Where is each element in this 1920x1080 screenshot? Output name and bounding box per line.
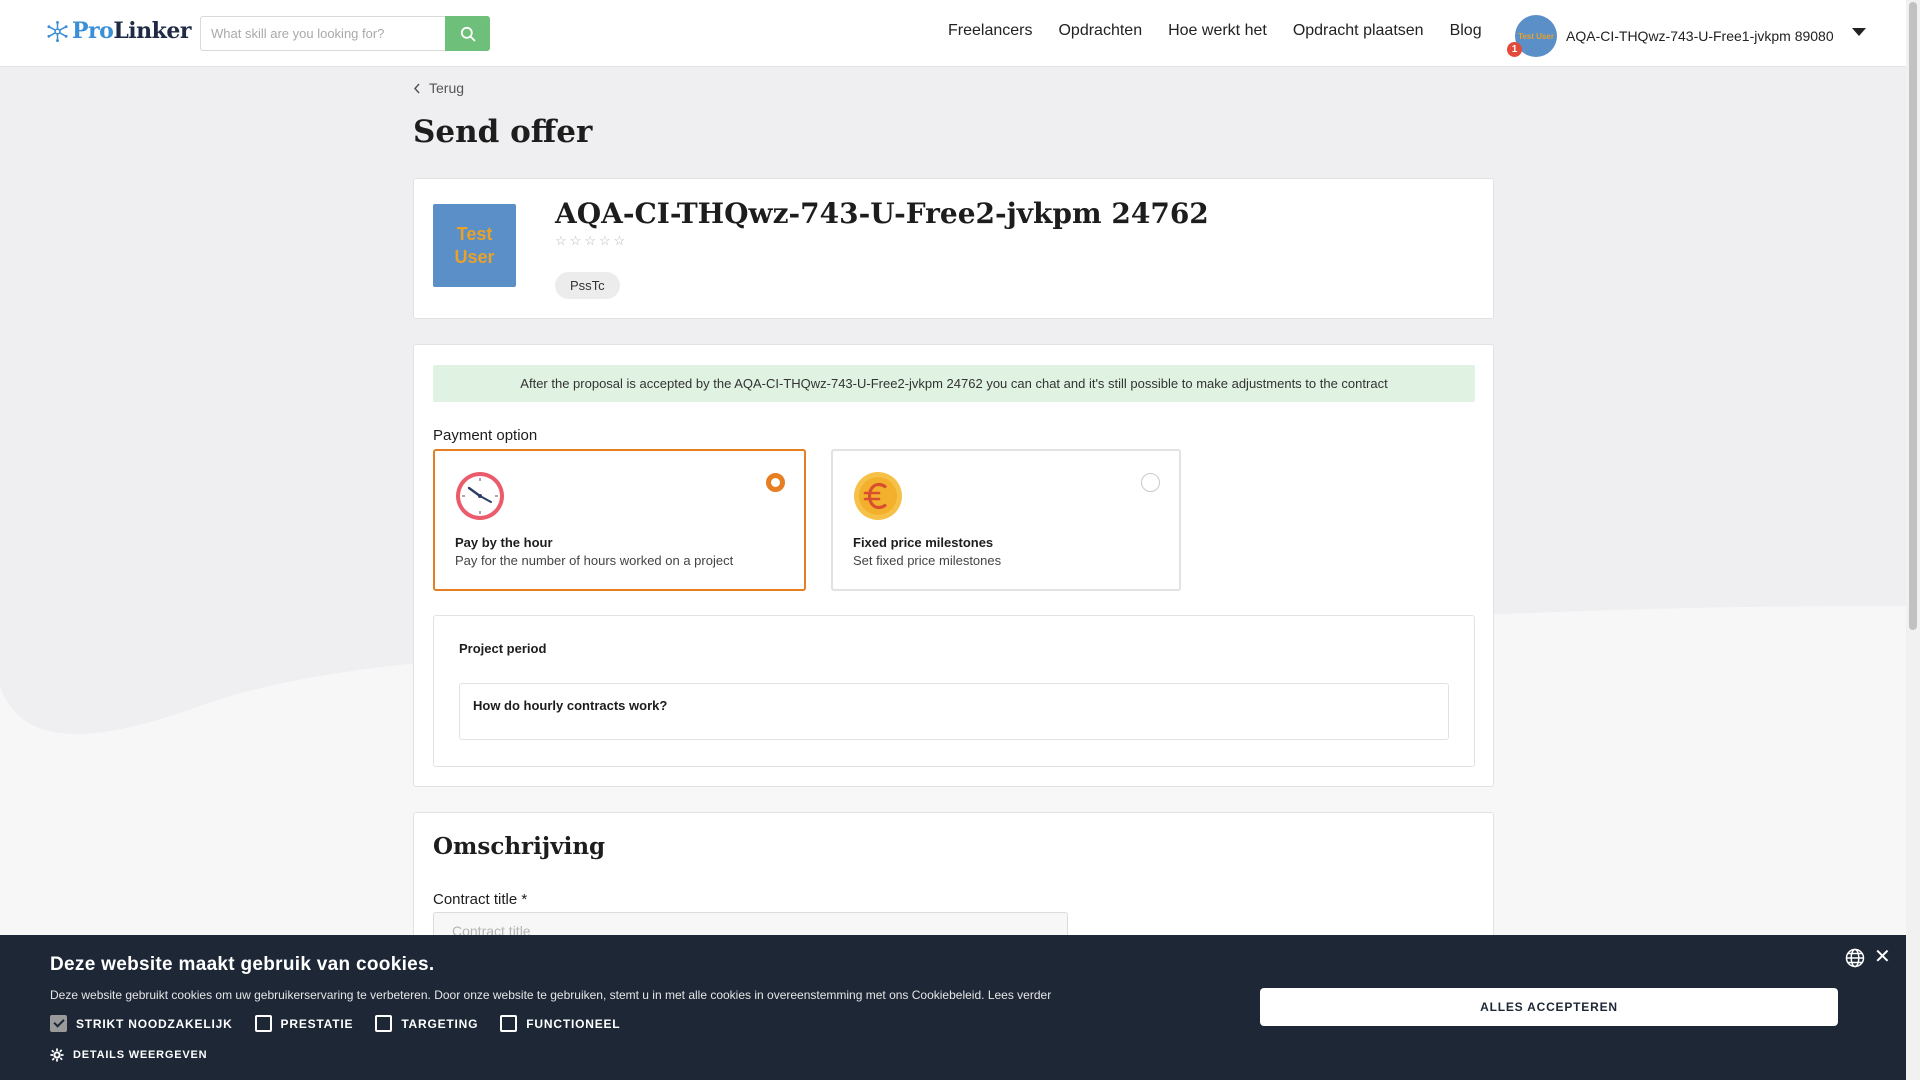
cookie-read-more-link[interactable]: Lees verder bbox=[988, 988, 1051, 1002]
main-nav: Freelancers Opdrachten Hoe werkt het Opd… bbox=[948, 22, 1482, 40]
checkbox-unchecked-icon[interactable] bbox=[254, 1015, 272, 1032]
checkbox-label: STRIKT NOODZAKELIJK bbox=[76, 1016, 233, 1031]
accept-all-button[interactable]: ALLES ACCEPTEREN bbox=[1260, 988, 1838, 1026]
cookie-text: Deze website gebruikt cookies om uw gebr… bbox=[50, 988, 1051, 1002]
nav-freelancers[interactable]: Freelancers bbox=[948, 22, 1032, 40]
fixed-price-radio[interactable] bbox=[1141, 473, 1160, 492]
prolinker-logo[interactable]: ProLinker bbox=[47, 18, 191, 44]
cookie-text-body: Deze website gebruikt cookies om uw gebr… bbox=[50, 988, 985, 1002]
search-icon bbox=[460, 26, 475, 41]
back-link-label: Terug bbox=[429, 80, 465, 96]
freelancer-card: Test User AQA-CI-THQwz-743-U-Free2-jvkpm … bbox=[413, 178, 1494, 319]
details-toggle[interactable]: DETAILS WEERGEVEN bbox=[50, 1048, 207, 1062]
user-avatar-text: Test User bbox=[1518, 31, 1554, 41]
cookie-checkboxes: STRIKT NOODZAKELIJK PRESTATIE TARGETING … bbox=[50, 1015, 642, 1032]
pay-by-hour-option[interactable]: Pay by the hour Pay for the number of ho… bbox=[433, 449, 806, 591]
top-navbar: ProLinker Freelancers Opdrachten Hoe wer… bbox=[0, 0, 1906, 67]
cookie-title: Deze website maakt gebruik van cookies. bbox=[50, 954, 435, 975]
checkbox-unchecked-icon[interactable] bbox=[500, 1015, 518, 1032]
checkbox-prestatie[interactable]: PRESTATIE bbox=[254, 1015, 354, 1032]
avatar-line-2: User bbox=[454, 246, 495, 267]
logo-text: ProLinker bbox=[72, 18, 191, 44]
checkbox-targeting[interactable]: TARGETING bbox=[375, 1015, 478, 1032]
nav-hoe-werkt-het[interactable]: Hoe werkt het bbox=[1168, 22, 1267, 40]
checkbox-label: TARGETING bbox=[401, 1016, 479, 1031]
star-icon: ☆ bbox=[555, 233, 567, 248]
contract-title-label: Contract title * bbox=[433, 891, 528, 908]
payment-option-label: Payment option bbox=[433, 427, 538, 444]
back-link[interactable]: Terug bbox=[413, 80, 464, 96]
search-input[interactable] bbox=[200, 16, 445, 51]
user-avatar[interactable]: Test User 1 bbox=[1507, 15, 1557, 57]
user-name: AQA-CI-THQwz-743-U-Free1-jvkpm 89080 bbox=[1566, 28, 1834, 44]
star-icon: ☆ bbox=[613, 233, 626, 248]
logo-mark-icon bbox=[47, 20, 68, 42]
page-title: Send offer bbox=[413, 114, 593, 150]
pay-by-hour-desc: Pay for the number of hours worked on a … bbox=[455, 553, 734, 568]
star-icon: ☆ bbox=[569, 233, 582, 248]
rating-stars: ☆ ☆ ☆ ☆ ☆ bbox=[555, 233, 625, 249]
info-banner: After the proposal is accepted by the AQ… bbox=[433, 365, 1475, 402]
project-period-box: Project period How do hourly contracts w… bbox=[433, 615, 1475, 767]
checkbox-label: FUNCTIONEEL bbox=[526, 1016, 621, 1031]
project-period-title: Project period bbox=[459, 641, 547, 656]
description-title: Omschrijving bbox=[433, 833, 606, 860]
notification-badge: 1 bbox=[1507, 42, 1522, 57]
nav-blog[interactable]: Blog bbox=[1450, 22, 1482, 40]
clock-icon bbox=[456, 472, 504, 520]
fixed-price-option[interactable]: Fixed price milestones Set fixed price m… bbox=[831, 449, 1181, 591]
details-label: DETAILS WEERGEVEN bbox=[73, 1049, 208, 1061]
euro-coin-icon bbox=[854, 472, 902, 520]
skill-tag: PssTc bbox=[555, 272, 620, 299]
scrollbar-thumb[interactable] bbox=[1909, 2, 1917, 630]
close-icon[interactable]: ✕ bbox=[1874, 947, 1891, 967]
checkbox-label: PRESTATIE bbox=[280, 1016, 354, 1031]
fixed-price-desc: Set fixed price milestones bbox=[853, 553, 1002, 568]
search-button[interactable] bbox=[445, 16, 490, 51]
chevron-left-icon bbox=[413, 83, 420, 93]
globe-icon[interactable] bbox=[1845, 948, 1865, 968]
page-scrollbar[interactable] bbox=[1906, 0, 1920, 1080]
freelancer-name: AQA-CI-THQwz-743-U-Free2-jvkpm 24762 bbox=[555, 197, 1209, 230]
cookie-banner: Deze website maakt gebruik van cookies. … bbox=[0, 935, 1906, 1080]
checkbox-functioneel[interactable]: FUNCTIONEEL bbox=[500, 1015, 620, 1032]
checkbox-strikt-noodzakelijk[interactable]: STRIKT NOODZAKELIJK bbox=[50, 1015, 233, 1032]
search-bar bbox=[200, 16, 490, 51]
star-icon: ☆ bbox=[584, 233, 596, 248]
hourly-contracts-question: How do hourly contracts work? bbox=[473, 698, 668, 713]
nav-opdrachten[interactable]: Opdrachten bbox=[1058, 22, 1142, 40]
pay-by-hour-title: Pay by the hour bbox=[455, 535, 553, 550]
caret-down-icon[interactable] bbox=[1851, 28, 1866, 36]
gear-icon bbox=[50, 1048, 64, 1062]
nav-opdracht-plaatsen[interactable]: Opdracht plaatsen bbox=[1293, 22, 1424, 40]
hourly-contracts-accordion[interactable]: How do hourly contracts work? bbox=[459, 683, 1449, 740]
checkbox-unchecked-icon[interactable] bbox=[375, 1015, 393, 1032]
payment-card: After the proposal is accepted by the AQ… bbox=[413, 344, 1494, 787]
pay-by-hour-radio[interactable] bbox=[766, 473, 785, 492]
checkbox-checked-icon[interactable] bbox=[50, 1015, 67, 1032]
avatar-line-1: Test bbox=[456, 223, 493, 244]
star-icon: ☆ bbox=[598, 233, 611, 248]
fixed-price-title: Fixed price milestones bbox=[853, 535, 994, 550]
user-menu[interactable]: Test User 1 AQA-CI-THQwz-743-U-Free1-jvk… bbox=[1507, 15, 1866, 57]
freelancer-avatar: Test User bbox=[433, 204, 516, 287]
